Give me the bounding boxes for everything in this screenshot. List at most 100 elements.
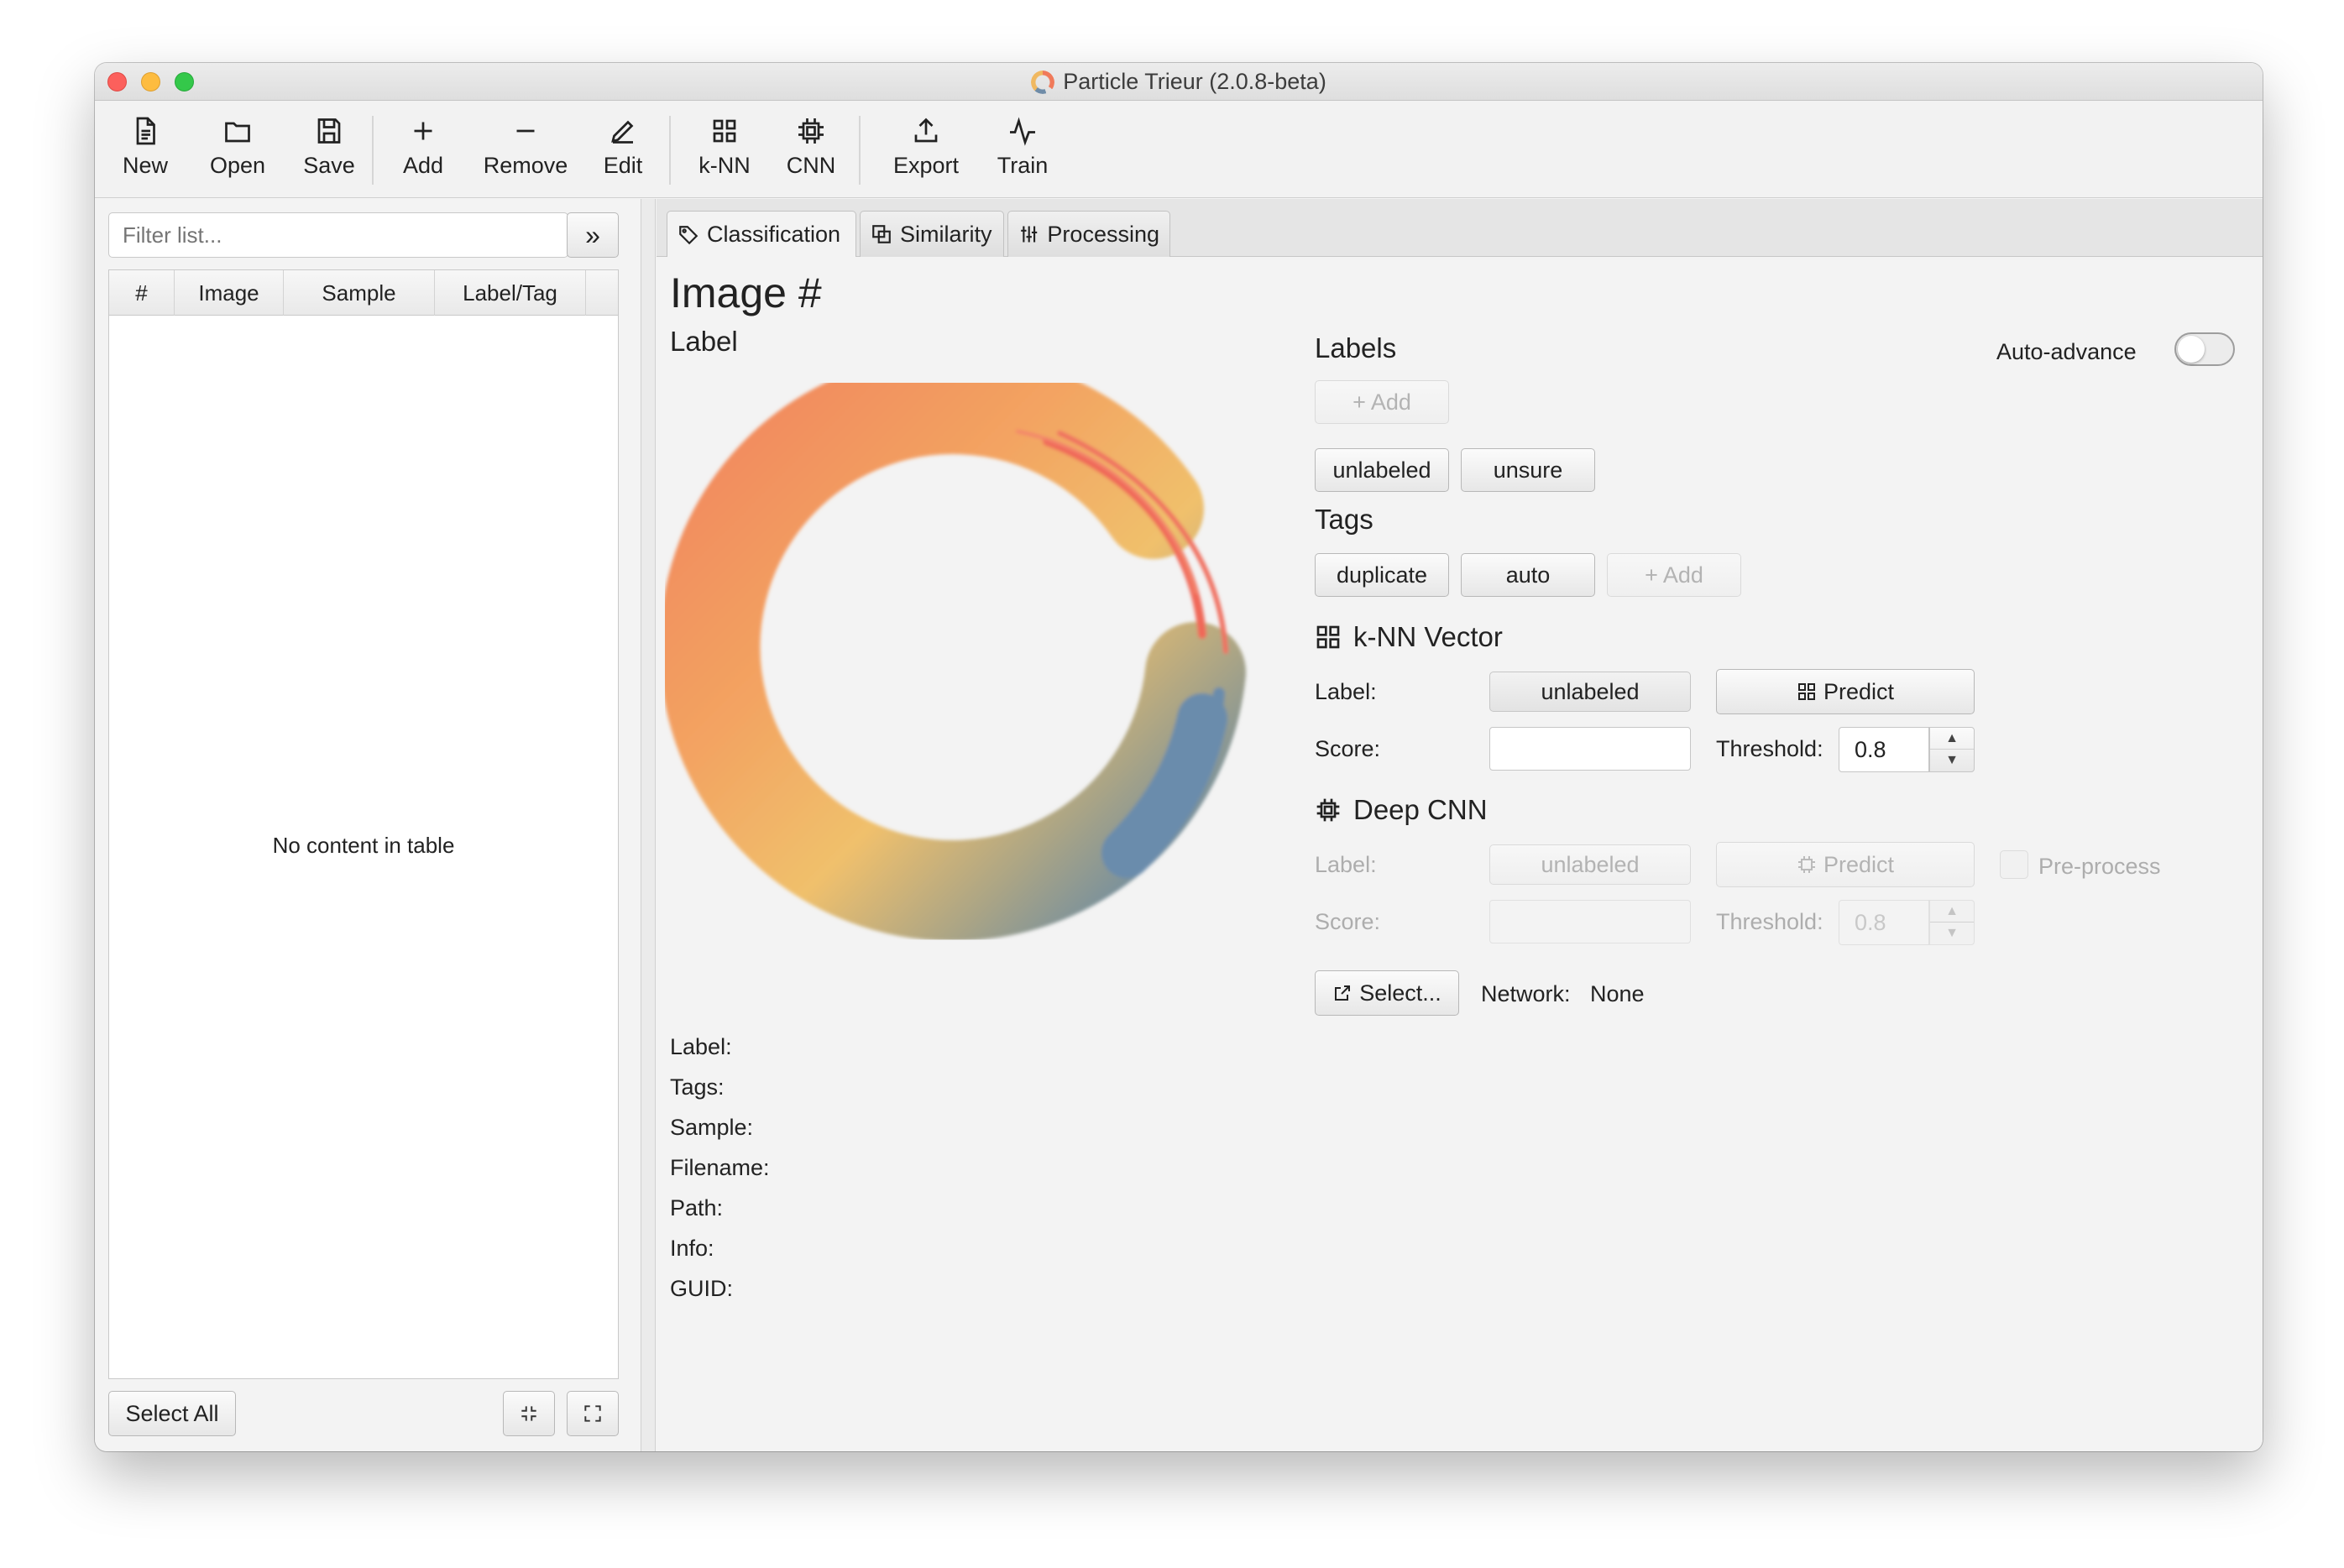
cnn-label-value[interactable]: unlabeled bbox=[1489, 844, 1691, 885]
collapse-button[interactable] bbox=[503, 1391, 555, 1436]
spinner-up-icon[interactable]: ▲ bbox=[1930, 728, 1974, 750]
tab-classification-label: Classification bbox=[707, 222, 841, 247]
grid-icon bbox=[1797, 683, 1815, 700]
train-label: Train bbox=[997, 153, 1049, 178]
particle-image bbox=[659, 353, 1269, 987]
info-sample-caption: Sample: bbox=[670, 1115, 754, 1140]
column-header-image[interactable]: Image bbox=[175, 270, 284, 316]
compress-icon bbox=[521, 1406, 536, 1421]
spinner-down-icon[interactable]: ▼ bbox=[1930, 923, 1974, 944]
new-file-icon bbox=[136, 117, 155, 145]
network-caption: Network: bbox=[1481, 981, 1571, 1006]
cnn-predict-button[interactable]: Predict bbox=[1716, 842, 1975, 887]
auto-advance-label: Auto-advance bbox=[1996, 339, 2137, 364]
toolbar-separator bbox=[669, 116, 671, 185]
select-network-button[interactable]: Select... bbox=[1315, 970, 1459, 1016]
remove-button[interactable]: Remove bbox=[478, 111, 573, 190]
cnn-threshold-spinner[interactable]: ▲ ▼ bbox=[1929, 900, 1975, 945]
new-button[interactable]: New bbox=[117, 111, 174, 190]
tab-processing[interactable]: Processing bbox=[1007, 211, 1170, 257]
spinner-up-icon[interactable]: ▲ bbox=[1930, 901, 1974, 923]
tag-chip-auto[interactable]: auto bbox=[1461, 553, 1595, 597]
knn-heading-text: k-NN Vector bbox=[1353, 621, 1503, 652]
knn-threshold-spinner[interactable]: ▲ ▼ bbox=[1929, 727, 1975, 772]
toolbar-separator bbox=[372, 116, 374, 185]
column-header-sample[interactable]: Sample bbox=[284, 270, 435, 316]
open-button[interactable]: Open bbox=[202, 111, 273, 190]
add-button[interactable]: Add bbox=[394, 111, 453, 190]
info-label-caption: Label: bbox=[670, 1034, 732, 1059]
expand-icon bbox=[584, 1405, 601, 1422]
grid-icon bbox=[1316, 625, 1340, 649]
knn-threshold-input[interactable]: 0.8 bbox=[1839, 727, 1929, 772]
spinner-down-icon[interactable]: ▼ bbox=[1930, 750, 1974, 771]
network-value: None bbox=[1590, 981, 1645, 1006]
empty-table-message: No content in table bbox=[272, 833, 455, 858]
chip-icon bbox=[1797, 856, 1815, 873]
tab-processing-label: Processing bbox=[1047, 221, 1159, 247]
window-title: Particle Trieur (2.0.8-beta) bbox=[95, 63, 2263, 101]
column-header-index[interactable]: # bbox=[109, 270, 175, 316]
info-guid-caption: GUID: bbox=[670, 1276, 734, 1301]
label-chip-unsure[interactable]: unsure bbox=[1461, 448, 1595, 492]
select-all-button[interactable]: Select All bbox=[108, 1391, 236, 1436]
sliders-icon bbox=[1021, 226, 1038, 243]
column-header-label-tag[interactable]: Label/Tag bbox=[435, 270, 586, 316]
split-pane-divider[interactable] bbox=[641, 199, 656, 1451]
labels-heading: Labels bbox=[1315, 332, 1397, 363]
expand-filter-button[interactable]: » bbox=[567, 212, 619, 258]
cnn-button[interactable]: CNN bbox=[783, 111, 839, 190]
pencil-icon bbox=[611, 120, 634, 144]
tab-similarity[interactable]: Similarity bbox=[860, 211, 1004, 257]
edit-button[interactable]: Edit bbox=[595, 111, 651, 190]
knn-label: k-NN bbox=[698, 153, 751, 178]
knn-score-caption: Score: bbox=[1315, 736, 1381, 761]
label-chip-unlabeled[interactable]: unlabeled bbox=[1315, 448, 1449, 492]
cnn-threshold-caption: Threshold: bbox=[1716, 909, 1823, 934]
grid-icon bbox=[713, 119, 736, 143]
edit-label: Edit bbox=[603, 153, 643, 178]
tab-similarity-label: Similarity bbox=[900, 221, 992, 247]
toggle-knob bbox=[2178, 336, 2205, 363]
info-filename-caption: Filename: bbox=[670, 1155, 770, 1180]
auto-advance-toggle[interactable] bbox=[2174, 332, 2235, 366]
knn-button[interactable]: k-NN bbox=[691, 111, 758, 190]
export-button[interactable]: Export bbox=[889, 111, 963, 190]
knn-label-caption: Label: bbox=[1315, 679, 1377, 704]
copy-icon bbox=[872, 225, 891, 243]
cnn-threshold-input[interactable]: 0.8 bbox=[1839, 900, 1929, 945]
cnn-label-caption: Label: bbox=[1315, 852, 1377, 877]
knn-score-field[interactable] bbox=[1489, 727, 1691, 771]
preprocess-label: Pre-process bbox=[2038, 854, 2161, 879]
chip-icon bbox=[1316, 798, 1340, 822]
tags-heading: Tags bbox=[1315, 504, 1373, 535]
cnn-predict-label: Predict bbox=[1823, 851, 1895, 877]
expand-button[interactable] bbox=[567, 1391, 619, 1436]
add-label-button[interactable]: + Add bbox=[1315, 380, 1449, 424]
toolbar: New Open Save Add Remove Edit k-NN CNN E… bbox=[95, 101, 2263, 198]
add-label: Add bbox=[402, 153, 444, 178]
select-network-label: Select... bbox=[1359, 980, 1441, 1006]
save-button[interactable]: Save bbox=[296, 111, 362, 190]
remove-label: Remove bbox=[483, 153, 568, 178]
minus-icon bbox=[516, 129, 535, 133]
add-tag-button[interactable]: + Add bbox=[1607, 553, 1741, 597]
preprocess-checkbox[interactable] bbox=[2000, 850, 2028, 879]
knn-label-value[interactable]: unlabeled bbox=[1489, 672, 1691, 712]
cnn-heading-text: Deep CNN bbox=[1353, 794, 1488, 825]
toolbar-separator bbox=[859, 116, 861, 185]
tag-chip-duplicate[interactable]: duplicate bbox=[1315, 553, 1449, 597]
classification-panel: Image # Label Label: Tags: Sample: Filen… bbox=[657, 257, 2263, 1451]
tab-bar: Classification Similarity Processing bbox=[657, 199, 2263, 258]
title-bar: Particle Trieur (2.0.8-beta) bbox=[95, 63, 2263, 101]
chip-icon bbox=[798, 118, 824, 144]
save-label: Save bbox=[303, 153, 355, 178]
tab-classification[interactable]: Classification bbox=[667, 211, 856, 258]
window-title-text: Particle Trieur (2.0.8-beta) bbox=[1063, 69, 1326, 94]
particle-table[interactable]: # Image Sample Label/Tag No content in t… bbox=[108, 269, 619, 1379]
filter-input[interactable] bbox=[108, 212, 568, 258]
cnn-score-field[interactable] bbox=[1489, 900, 1691, 943]
enso-circle-image bbox=[659, 353, 1246, 942]
train-button[interactable]: Train bbox=[993, 111, 1052, 190]
knn-predict-button[interactable]: Predict bbox=[1716, 669, 1975, 714]
